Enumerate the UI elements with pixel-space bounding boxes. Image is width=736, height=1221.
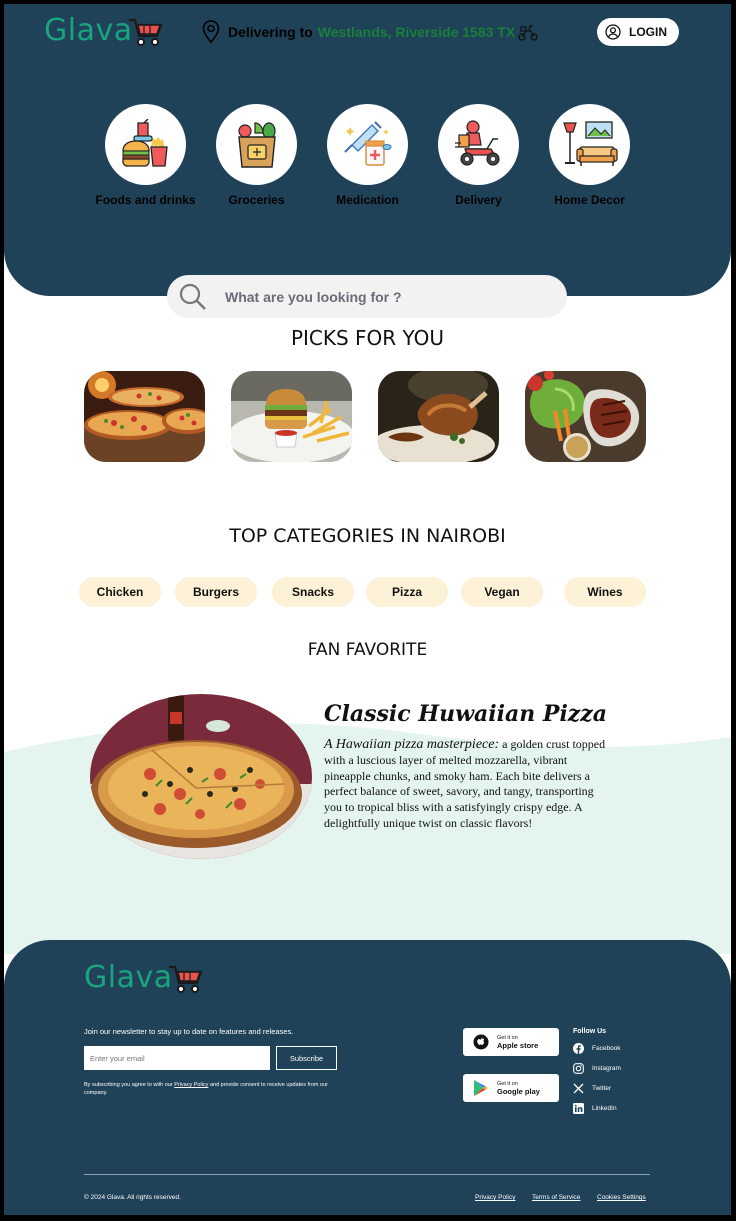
category-delivery[interactable]: Delivery	[423, 104, 534, 207]
email-field[interactable]	[84, 1046, 270, 1070]
delivery-location[interactable]: Delivering to Westlands, Riverside 1583 …	[202, 18, 538, 46]
shopping-cart-icon	[128, 18, 163, 46]
dish-description: A Hawaiian pizza masterpiece: a golden c…	[324, 737, 614, 832]
delivery-scooter-icon	[454, 119, 500, 166]
pick-pizza[interactable]	[84, 371, 205, 462]
google-play-icon	[474, 1080, 488, 1096]
login-label: LOGIN	[629, 25, 667, 39]
social-twitter[interactable]: Twitter	[573, 1083, 611, 1094]
delivery-address[interactable]: Westlands, Riverside 1583 TX	[318, 24, 515, 40]
category-label: Groceries	[228, 193, 285, 207]
fan-favorite-image[interactable]	[90, 694, 312, 859]
google-play-text: Get it on Google play	[497, 1081, 540, 1096]
brand-logo[interactable]: Glava	[44, 13, 163, 48]
search-bar[interactable]	[167, 275, 567, 318]
cookies-settings-link[interactable]: Cookies Settings	[597, 1194, 646, 1201]
facebook-icon	[573, 1043, 584, 1054]
roast-meat-photo	[378, 371, 499, 462]
chip-burgers[interactable]: Burgers	[175, 577, 257, 607]
instagram-icon	[573, 1063, 584, 1074]
consent-prefix: By subscribing you agree to with our	[84, 1082, 175, 1088]
follow-us-title: Follow Us	[573, 1028, 607, 1035]
dish-name: Classic Huwaiian Pizza	[324, 701, 608, 727]
header-hero: Glava Delivering to Westlands, Riverside…	[4, 4, 731, 296]
footer-divider	[84, 1174, 650, 1175]
chip-pizza[interactable]: Pizza	[366, 577, 448, 607]
footer-logo[interactable]: Glava	[84, 960, 203, 995]
category-label: Home Decor	[554, 193, 625, 207]
category-label: Medication	[336, 193, 399, 207]
newsletter-text: Join our newsletter to stay up to date o…	[84, 1027, 294, 1036]
linkedin-icon	[573, 1103, 584, 1114]
burger-fries-icon	[121, 118, 168, 167]
steak-vegetables-photo	[525, 371, 646, 462]
footer: Glava Join our newsletter to stay up to …	[4, 940, 731, 1215]
google-play-button[interactable]: Get it on Google play	[463, 1074, 559, 1102]
grocery-bag-icon	[237, 121, 276, 168]
category-circle	[216, 104, 297, 185]
chip-snacks[interactable]: Snacks	[272, 577, 354, 607]
x-twitter-icon	[573, 1083, 584, 1094]
category-medication[interactable]: Medication	[312, 104, 423, 207]
consent-text: By subscribing you agree to with our Pri…	[84, 1081, 344, 1097]
shopping-cart-icon	[168, 965, 203, 993]
search-icon	[179, 283, 206, 310]
category-home-decor[interactable]: Home Decor	[534, 104, 645, 207]
apple-icon	[473, 1034, 489, 1050]
apple-store-button[interactable]: Get it on Apple store	[463, 1028, 559, 1056]
user-icon	[605, 24, 621, 40]
delivering-label: Delivering to	[228, 24, 313, 40]
category-circle	[105, 104, 186, 185]
social-label: Instagram	[592, 1065, 621, 1072]
pick-roast-meat[interactable]	[378, 371, 499, 462]
social-facebook[interactable]: Facebook	[573, 1043, 621, 1054]
login-button[interactable]: LOGIN	[597, 18, 679, 46]
location-pin-icon	[202, 20, 220, 44]
social-label: Twitter	[592, 1085, 612, 1092]
social-instagram[interactable]: Instagram	[573, 1063, 621, 1074]
category-circle	[549, 104, 630, 185]
apple-store-text: Get it on Apple store	[497, 1035, 538, 1050]
brand-name: Glava	[44, 13, 133, 48]
chip-chicken[interactable]: Chicken	[79, 577, 161, 607]
search-input[interactable]	[225, 288, 525, 305]
social-label: Facebook	[592, 1045, 621, 1052]
pick-burger-fries[interactable]	[231, 371, 352, 462]
medication-icon	[343, 120, 391, 166]
category-groceries[interactable]: Groceries	[201, 104, 312, 207]
privacy-policy-link[interactable]: Privacy Policy	[174, 1082, 208, 1088]
google-big: Google play	[497, 1086, 540, 1096]
top-categories-title: TOP CATEGORIES IN NAIROBI	[229, 525, 506, 547]
category-label: Delivery	[455, 193, 502, 207]
pick-steak-vegetables[interactable]	[525, 371, 646, 462]
service-categories: Foods and drinks Groceries Medication De…	[90, 104, 645, 207]
scooter-icon	[518, 25, 538, 41]
category-circle	[327, 104, 408, 185]
category-label: Foods and drinks	[95, 193, 196, 207]
subscribe-button[interactable]: Subscribe	[276, 1046, 337, 1070]
apple-big: Apple store	[497, 1040, 539, 1050]
burger-fries-photo	[231, 371, 352, 462]
picks-list	[84, 371, 646, 462]
copyright: © 2024 Glava. All rights reserved.	[84, 1194, 181, 1201]
pizza-photo	[84, 371, 205, 462]
home-decor-icon	[562, 120, 618, 166]
terms-of-service-link[interactable]: Terms of Service	[532, 1194, 580, 1201]
chip-vegan[interactable]: Vegan	[461, 577, 543, 607]
fan-favorite-title: FAN FAVORITE	[307, 640, 428, 660]
page: Glava Delivering to Westlands, Riverside…	[4, 4, 731, 1215]
privacy-policy-link[interactable]: Privacy Policy	[475, 1194, 515, 1201]
social-linkedin[interactable]: LinkedIn	[573, 1103, 617, 1114]
footer-brand-name: Glava	[84, 960, 173, 995]
dish-lead: A Hawaiian pizza masterpiece:	[324, 737, 500, 752]
social-label: LinkedIn	[592, 1105, 617, 1112]
chip-wines[interactable]: Wines	[564, 577, 646, 607]
category-circle	[438, 104, 519, 185]
hawaiian-pizza-photo	[90, 694, 312, 859]
category-foods-and-drinks[interactable]: Foods and drinks	[90, 104, 201, 207]
picks-title: PICKS FOR YOU	[290, 326, 445, 350]
